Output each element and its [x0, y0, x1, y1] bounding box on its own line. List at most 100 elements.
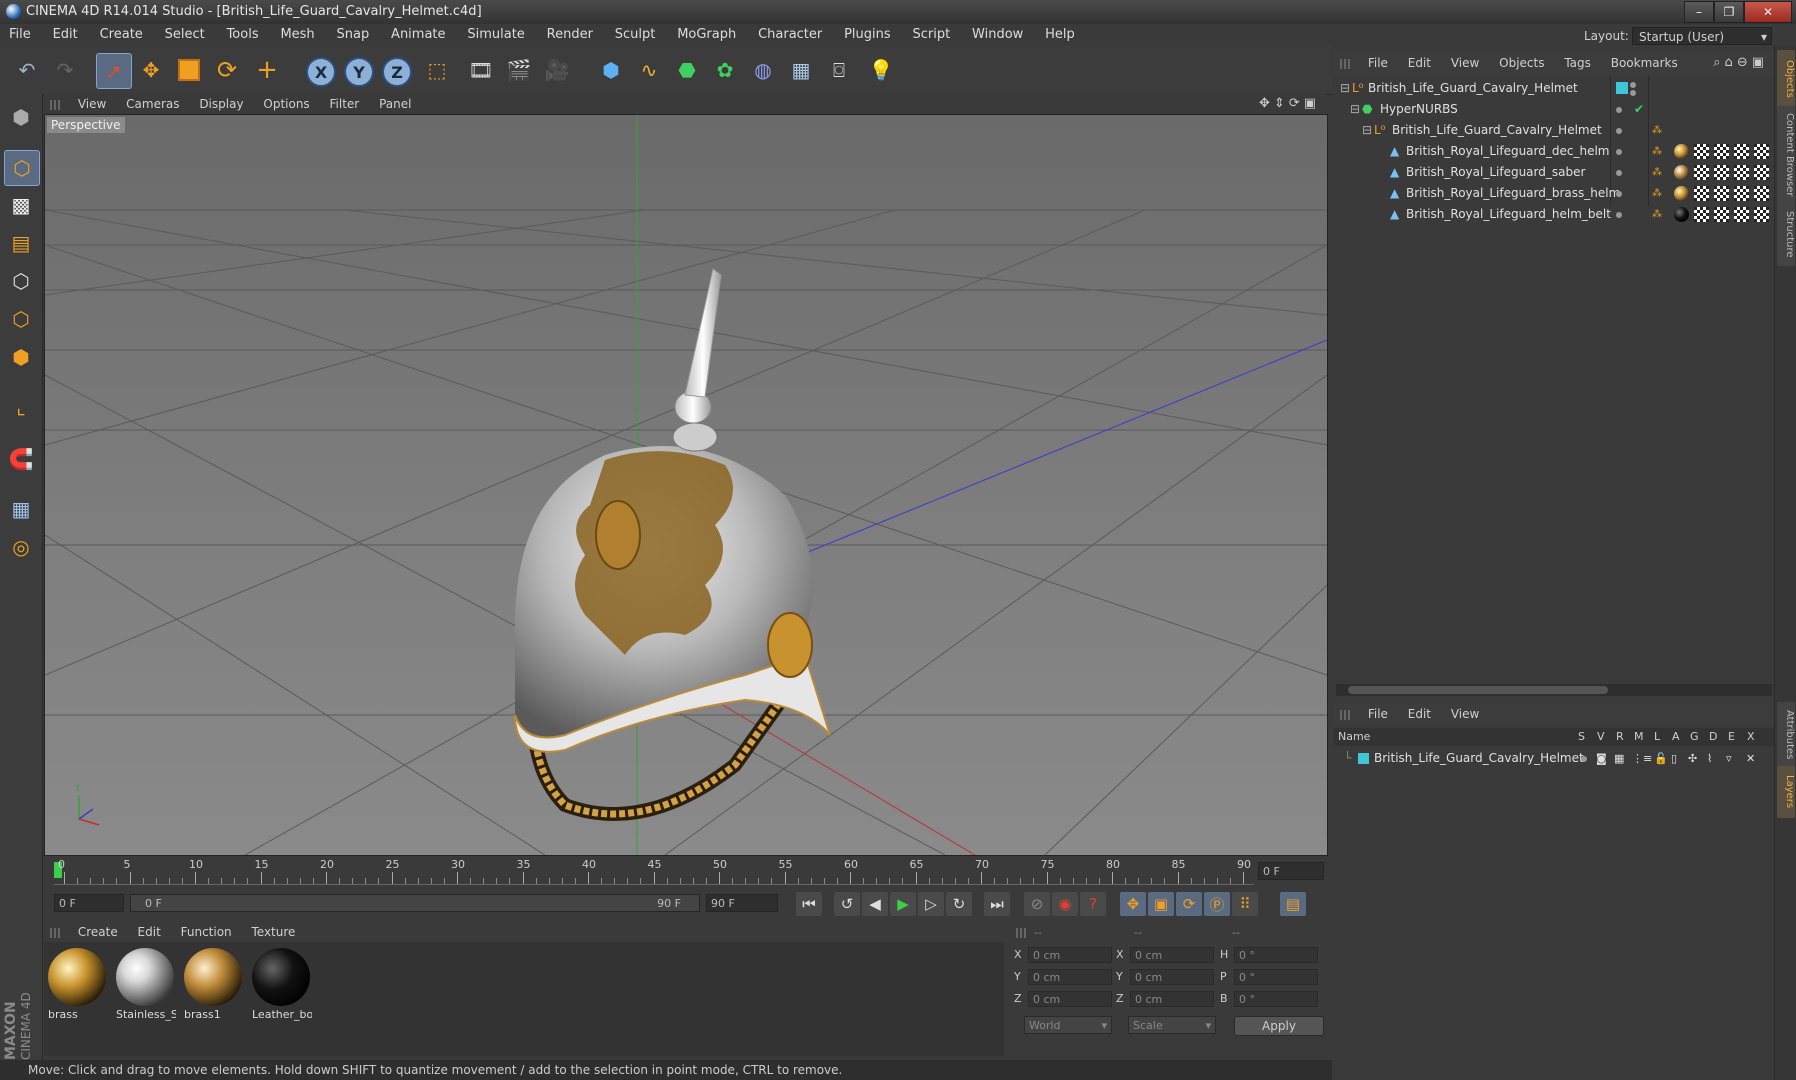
phong-tag-icon[interactable]: ⁂ [1652, 183, 1662, 204]
play-icon[interactable]: ▶ [890, 892, 916, 916]
menu-script[interactable]: Script [903, 24, 959, 46]
current-frame-field[interactable]: 0 F [1258, 862, 1324, 880]
visibility-dot[interactable] [1616, 191, 1622, 197]
phong-tag-icon[interactable]: ⁂ [1652, 141, 1662, 162]
scrollbar-thumb[interactable] [1348, 686, 1608, 694]
rotation-b-field[interactable]: 0 ° [1234, 991, 1318, 1007]
uvw-tag[interactable] [1694, 165, 1709, 180]
redo-icon[interactable]: ↷ [48, 53, 82, 87]
manager-icon[interactable]: ⋮≡ [1632, 748, 1652, 769]
end-frame-field[interactable]: 90 F [706, 894, 778, 912]
viewport-camera-label[interactable]: Perspective [47, 117, 125, 133]
live-select-icon[interactable]: ➚ [96, 53, 132, 89]
menu-file[interactable]: File [0, 24, 40, 46]
menu-edit[interactable]: Edit [44, 24, 87, 46]
material-menu-texture[interactable]: Texture [243, 922, 303, 942]
previous-frame-icon[interactable]: ◀ [862, 892, 888, 916]
menu-snap[interactable]: Snap [328, 24, 379, 46]
visibility-dot[interactable] [1616, 128, 1622, 134]
object-row[interactable]: ⊟ L⁰ British_Life_Guard_Cavalry_Helmet [1334, 78, 1774, 99]
start-frame-field[interactable]: 0 F [54, 894, 124, 912]
object-row[interactable]: ▲ British_Royal_Lifeguard_dec_helm ⁂ [1334, 141, 1774, 162]
visibility-dot[interactable] [1616, 212, 1622, 218]
material-menu-create[interactable]: Create [70, 922, 126, 942]
rotation-p-field[interactable]: 0 ° [1234, 969, 1318, 985]
material-tag[interactable] [1674, 207, 1689, 222]
tweak-mode-icon[interactable]: ◎ [4, 530, 38, 564]
phong-tag-icon[interactable]: ⁂ [1652, 204, 1662, 225]
object-menu-file[interactable]: File [1360, 50, 1396, 76]
menu-select[interactable]: Select [156, 24, 214, 46]
visibility-dot[interactable] [1616, 149, 1622, 155]
3d-viewport[interactable]: Y Perspective [44, 114, 1328, 856]
render-icon[interactable]: ▦ [1614, 748, 1624, 769]
model-mode-icon[interactable]: ⬡ [4, 150, 40, 186]
cube-icon[interactable]: ⬢ [594, 53, 628, 87]
tab-structure[interactable]: Structure [1777, 202, 1795, 266]
collapse-icon[interactable]: ⊟ [1350, 99, 1360, 120]
apply-button[interactable]: Apply [1234, 1016, 1324, 1036]
menu-plugins[interactable]: Plugins [835, 24, 900, 46]
key-rotation-icon[interactable]: ⟳ [1176, 892, 1202, 916]
key-scale-icon[interactable]: ▣ [1148, 892, 1174, 916]
render-dot[interactable] [1630, 90, 1636, 96]
uvw-tag[interactable] [1694, 144, 1709, 159]
tab-objects[interactable]: Objects [1777, 50, 1795, 108]
z-axis-icon[interactable]: Z [382, 57, 412, 87]
menu-render[interactable]: Render [538, 24, 602, 46]
object-menu-bookmarks[interactable]: Bookmarks [1603, 50, 1686, 76]
uvw-tag[interactable] [1694, 207, 1709, 222]
phong-tag-icon[interactable]: ⁂ [1652, 162, 1662, 183]
menu-mograph[interactable]: MoGraph [668, 24, 745, 46]
layer-color-swatch[interactable] [1358, 753, 1369, 764]
position-z-field[interactable]: 0 cm [1028, 991, 1112, 1007]
next-key-icon[interactable]: ↻ [946, 892, 972, 916]
tab-content-browser[interactable]: Content Browser [1777, 106, 1795, 204]
scale-dropdown[interactable]: Scale ▾ [1128, 1016, 1216, 1034]
points-mode-icon[interactable]: ⬡ [4, 264, 38, 298]
uvw-tag[interactable] [1734, 144, 1749, 159]
view-eye-icon[interactable]: ◙ [1596, 748, 1607, 769]
viewport-nav-icons[interactable]: ✥⇕⟳▣ [1259, 96, 1320, 111]
go-to-end-icon[interactable]: ⏭ [984, 892, 1010, 916]
menu-window[interactable]: Window [963, 24, 1032, 46]
spline-icon[interactable]: ∿ [632, 53, 666, 87]
animation-icon[interactable]: ▯ [1671, 748, 1677, 769]
visibility-dot[interactable] [1616, 107, 1622, 113]
material-tag[interactable] [1674, 144, 1689, 159]
viewport-menu-filter[interactable]: Filter [322, 94, 368, 114]
object-row[interactable]: ▲ British_Royal_Lifeguard_saber ⁂ [1334, 162, 1774, 183]
viewport-menu-view[interactable]: View [70, 94, 114, 114]
phong-tag-icon[interactable]: ⁂ [1652, 120, 1662, 141]
position-y-field[interactable]: 0 cm [1028, 969, 1112, 985]
timeline[interactable]: 0 5 10 15 20 25 30 35 40 45 50 55 60 65 70 75 80 85 90 0 F [44, 856, 1326, 888]
workplane-mode-icon[interactable]: ▤ [4, 226, 38, 260]
texture-mode-icon[interactable]: ▩ [4, 188, 38, 222]
rotation-h-field[interactable]: 0 ° [1234, 947, 1318, 963]
material-stainless[interactable]: Stainless_S [114, 946, 176, 1024]
material-menu-edit[interactable]: Edit [130, 922, 169, 942]
object-menu-tags[interactable]: Tags [1556, 50, 1599, 76]
menu-simulate[interactable]: Simulate [458, 24, 533, 46]
tab-layers[interactable]: Layers [1777, 766, 1795, 818]
viewport-menu-cameras[interactable]: Cameras [118, 94, 187, 114]
object-manager-tool-icons[interactable]: ⌕⌂⊖▣ [1713, 55, 1768, 70]
position-x-field[interactable]: 0 cm [1028, 947, 1112, 963]
autokey-icon[interactable]: ◉ [1052, 892, 1078, 916]
nurbs-icon[interactable]: ⬣ [670, 53, 704, 87]
polygons-mode-icon[interactable]: ⬢ [4, 340, 38, 374]
y-axis-icon[interactable]: Y [344, 57, 374, 87]
previous-key-icon[interactable]: ↺ [834, 892, 860, 916]
size-y-field[interactable]: 0 cm [1130, 969, 1214, 985]
generator-icon[interactable]: ✣ [1688, 748, 1697, 769]
layout-dropdown[interactable]: Startup (User) ▾ [1632, 27, 1772, 45]
layer-menu-view[interactable]: View [1443, 702, 1487, 726]
deformer-icon[interactable]: ⌇ [1707, 748, 1712, 769]
object-menu-edit[interactable]: Edit [1400, 50, 1439, 76]
uvw-tag[interactable] [1754, 186, 1769, 201]
edges-mode-icon[interactable]: ⬡ [4, 302, 38, 336]
minimize-button[interactable]: – [1684, 1, 1714, 23]
floor-icon[interactable]: ▦ [784, 53, 818, 87]
undo-icon[interactable]: ↶ [10, 53, 44, 87]
layer-menu-file[interactable]: File [1360, 702, 1396, 726]
